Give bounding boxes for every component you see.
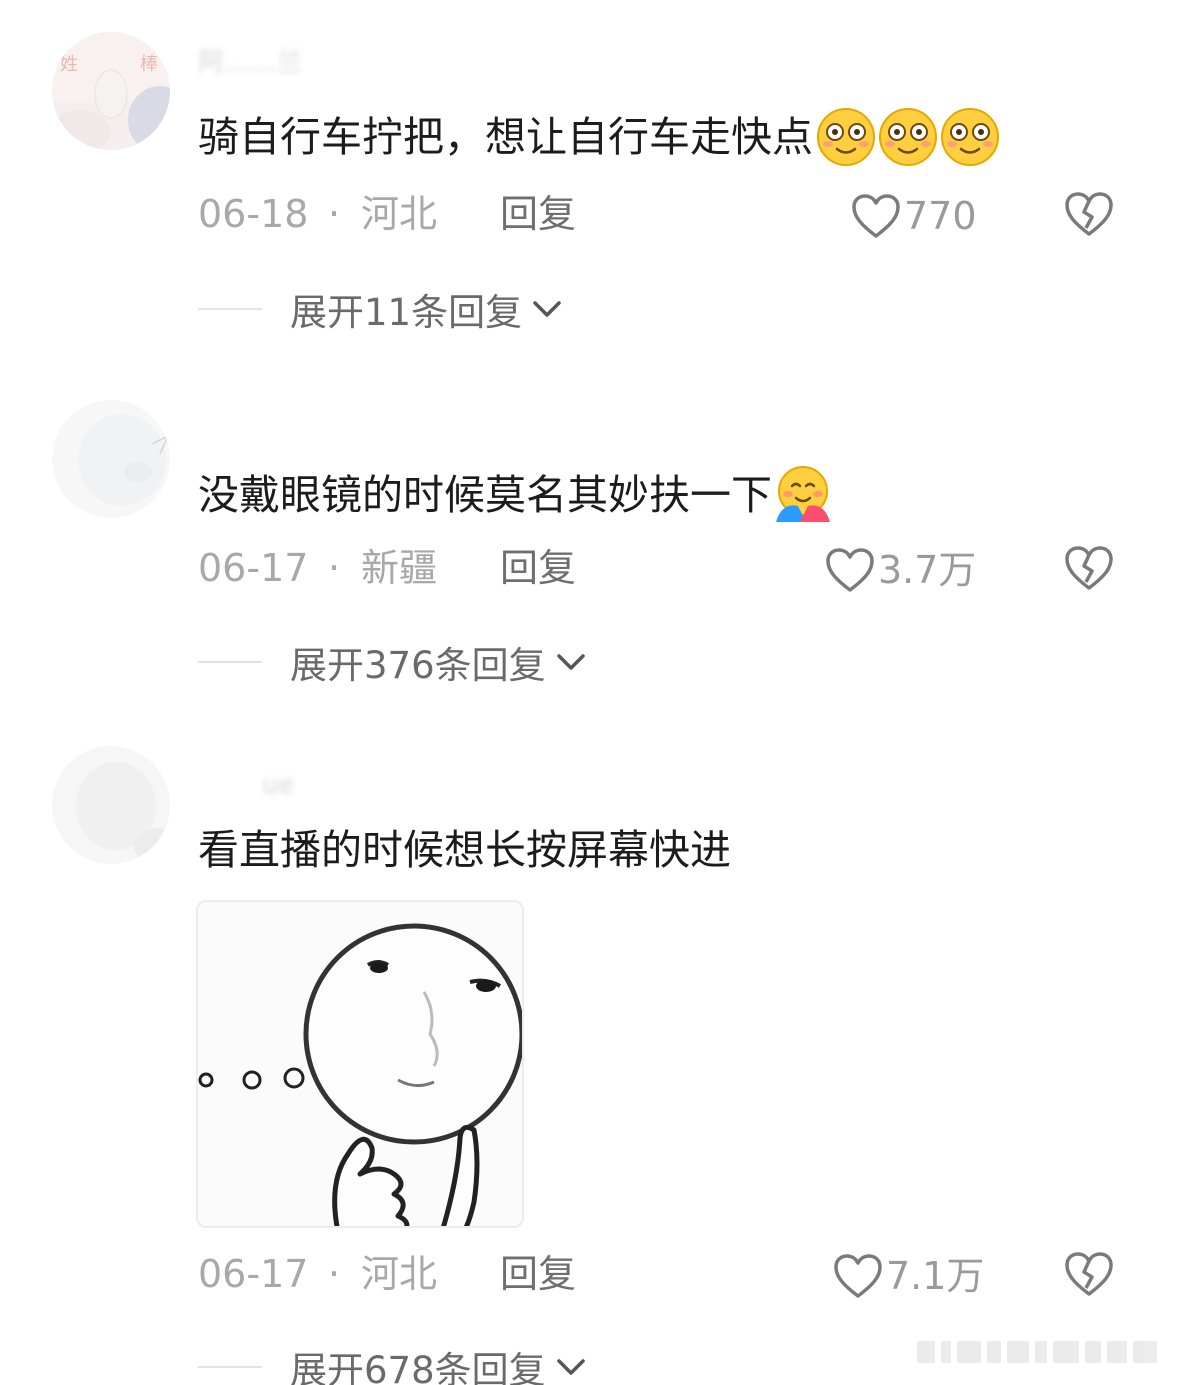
broken-heart-icon[interactable] — [1063, 190, 1115, 238]
emoji-group — [815, 106, 1001, 168]
expand-replies-label: 展开678条回复 — [290, 1349, 546, 1385]
expand-replies-button[interactable]: 展开678条回复 — [198, 1342, 588, 1385]
grinning-face-emoji-icon — [879, 108, 937, 166]
comment-region: 河北 — [361, 1252, 438, 1296]
like-count: 3.7万 — [878, 548, 977, 592]
svg-text:姓: 姓 — [60, 54, 78, 75]
avatar[interactable] — [52, 400, 170, 518]
heart-outline-icon — [826, 548, 874, 592]
comment-item: 姓 棒 阿……兰 骑自行车拧把，想让自行车走快点 06-18 · 河北 回复 7… — [0, 0, 1179, 360]
broken-heart-icon[interactable] — [1063, 1250, 1115, 1298]
comment-date: 06-17 — [198, 1252, 309, 1296]
comment-body: 看直播的时候想长按屏幕快进 — [198, 826, 731, 874]
separator-dot: · — [328, 192, 341, 236]
like-count: 770 — [904, 194, 977, 238]
grinning-face-emoji-icon — [941, 108, 999, 166]
reply-button[interactable]: 回复 — [500, 1248, 576, 1300]
chevron-down-icon — [556, 654, 585, 670]
divider-line — [198, 661, 262, 663]
comment-text: 没戴眼镜的时候莫名其妙扶一下 — [198, 464, 834, 526]
like-count: 7.1万 — [886, 1254, 985, 1298]
reply-button[interactable]: 回复 — [500, 188, 576, 240]
comment-meta: 06-17 · 河北 回复 7.1万 — [198, 1248, 1179, 1300]
comment-text: 看直播的时候想长按屏幕快进 — [198, 822, 731, 878]
divider-line — [198, 308, 262, 310]
heart-outline-icon — [852, 194, 900, 238]
broken-heart-icon[interactable] — [1063, 544, 1115, 592]
grinning-face-emoji-icon — [817, 108, 875, 166]
heart-outline-icon — [834, 1254, 882, 1298]
like-button[interactable]: 3.7万 — [824, 544, 976, 596]
comment-item: 没戴眼镜的时候莫名其妙扶一下 06-17 · 新疆 回复 3.7万 展开376条… — [0, 360, 1179, 720]
avatar[interactable]: 姓 棒 — [52, 32, 170, 150]
chevron-down-icon — [556, 1359, 585, 1375]
separator-dot: · — [328, 1252, 341, 1296]
comment-body: 没戴眼镜的时候莫名其妙扶一下 — [198, 471, 772, 519]
comment-meta: 06-18 · 河北 回复 770 — [198, 188, 1179, 240]
comment-region: 河北 — [361, 192, 438, 236]
comment-list: 姓 棒 阿……兰 骑自行车拧把，想让自行车走快点 06-18 · 河北 回复 7… — [0, 0, 1179, 1385]
comment-item: ue 看直播的时候想长按屏幕快进 06-17 · 河北 回复 7.1万 展开67… — [0, 720, 1179, 1385]
username[interactable]: 阿……兰 — [198, 48, 302, 78]
like-button[interactable]: 7.1万 — [832, 1250, 984, 1302]
comment-body: 骑自行车拧把，想让自行车走快点 — [198, 113, 813, 161]
watermark — [917, 1339, 1167, 1365]
comment-date: 06-18 — [198, 192, 309, 236]
expand-replies-label: 展开376条回复 — [290, 644, 546, 687]
comment-text: 骑自行车拧把，想让自行车走快点 — [198, 106, 1001, 168]
comment-meta: 06-17 · 新疆 回复 3.7万 — [198, 542, 1179, 594]
like-button[interactable]: 770 — [850, 190, 977, 242]
hugging-face-emoji-icon — [776, 466, 830, 522]
comment-region: 新疆 — [361, 546, 438, 590]
divider-line — [198, 1366, 262, 1368]
chevron-down-icon — [533, 301, 561, 317]
expand-replies-label: 展开11条回复 — [290, 291, 523, 334]
username[interactable]: ue — [262, 770, 294, 800]
reply-button[interactable]: 回复 — [500, 542, 576, 594]
avatar[interactable] — [52, 746, 170, 864]
comment-date: 06-17 — [198, 546, 309, 590]
thinking-meme-sticker[interactable] — [196, 900, 524, 1228]
separator-dot: · — [328, 546, 341, 590]
expand-replies-button[interactable]: 展开376条回复 — [198, 637, 588, 687]
svg-text:棒: 棒 — [140, 54, 158, 75]
expand-replies-button[interactable]: 展开11条回复 — [198, 284, 564, 334]
